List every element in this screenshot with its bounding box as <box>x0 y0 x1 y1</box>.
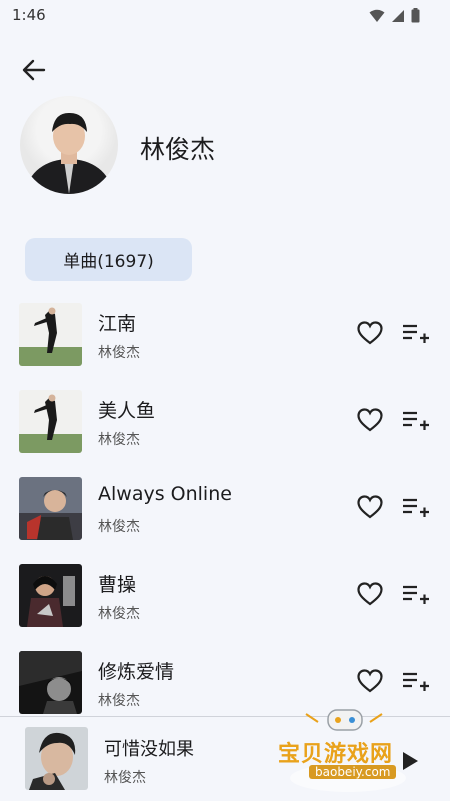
song-title: 曹操 <box>98 574 137 596</box>
song-artist: 林俊杰 <box>98 606 140 622</box>
album-cover <box>19 651 82 714</box>
song-title: 修炼爱情 <box>98 661 175 683</box>
song-row[interactable]: 曹操 林俊杰 <box>0 558 450 645</box>
artist-avatar <box>20 96 118 194</box>
mini-player[interactable]: 可惜没如果 林俊杰 <box>0 716 450 801</box>
battery-icon <box>411 8 420 23</box>
add-to-playlist-icon[interactable] <box>402 497 430 519</box>
heart-icon[interactable] <box>356 667 384 695</box>
now-playing-cover <box>25 727 88 790</box>
song-artist: 林俊杰 <box>98 693 140 709</box>
song-row[interactable]: Always Online 林俊杰 <box>0 471 450 558</box>
album-cover <box>19 303 82 366</box>
tab-singles[interactable]: 单曲(1697) <box>25 238 192 281</box>
now-playing-title: 可惜没如果 <box>104 739 194 760</box>
now-playing-artist: 林俊杰 <box>104 770 146 786</box>
song-artist: 林俊杰 <box>98 432 140 448</box>
artist-name: 林俊杰 <box>140 135 216 164</box>
album-cover <box>19 477 82 540</box>
add-to-playlist-icon[interactable] <box>402 671 430 693</box>
song-artist: 林俊杰 <box>98 519 140 535</box>
status-bar: 1:46 <box>0 0 450 30</box>
song-row[interactable]: 美人鱼 林俊杰 <box>0 384 450 471</box>
add-to-playlist-icon[interactable] <box>402 323 430 345</box>
status-icons <box>369 8 420 23</box>
song-title: Always Online <box>98 483 232 505</box>
album-cover <box>19 564 82 627</box>
wifi-icon <box>369 9 385 22</box>
heart-icon[interactable] <box>356 580 384 608</box>
song-title: 美人鱼 <box>98 400 156 422</box>
heart-icon[interactable] <box>356 493 384 521</box>
play-icon[interactable] <box>401 751 419 771</box>
heart-icon[interactable] <box>356 319 384 347</box>
back-arrow-icon[interactable] <box>20 56 48 84</box>
song-row[interactable]: 江南 林俊杰 <box>0 297 450 384</box>
song-artist: 林俊杰 <box>98 345 140 361</box>
add-to-playlist-icon[interactable] <box>402 584 430 606</box>
album-cover <box>19 390 82 453</box>
song-list: 江南 林俊杰 美人鱼 林俊杰 Always Online 林俊杰 曹操 林俊杰 … <box>0 297 450 732</box>
heart-icon[interactable] <box>356 406 384 434</box>
add-to-playlist-icon[interactable] <box>402 410 430 432</box>
song-title: 江南 <box>98 313 137 335</box>
status-time: 1:46 <box>12 6 46 24</box>
signal-icon <box>392 9 404 22</box>
